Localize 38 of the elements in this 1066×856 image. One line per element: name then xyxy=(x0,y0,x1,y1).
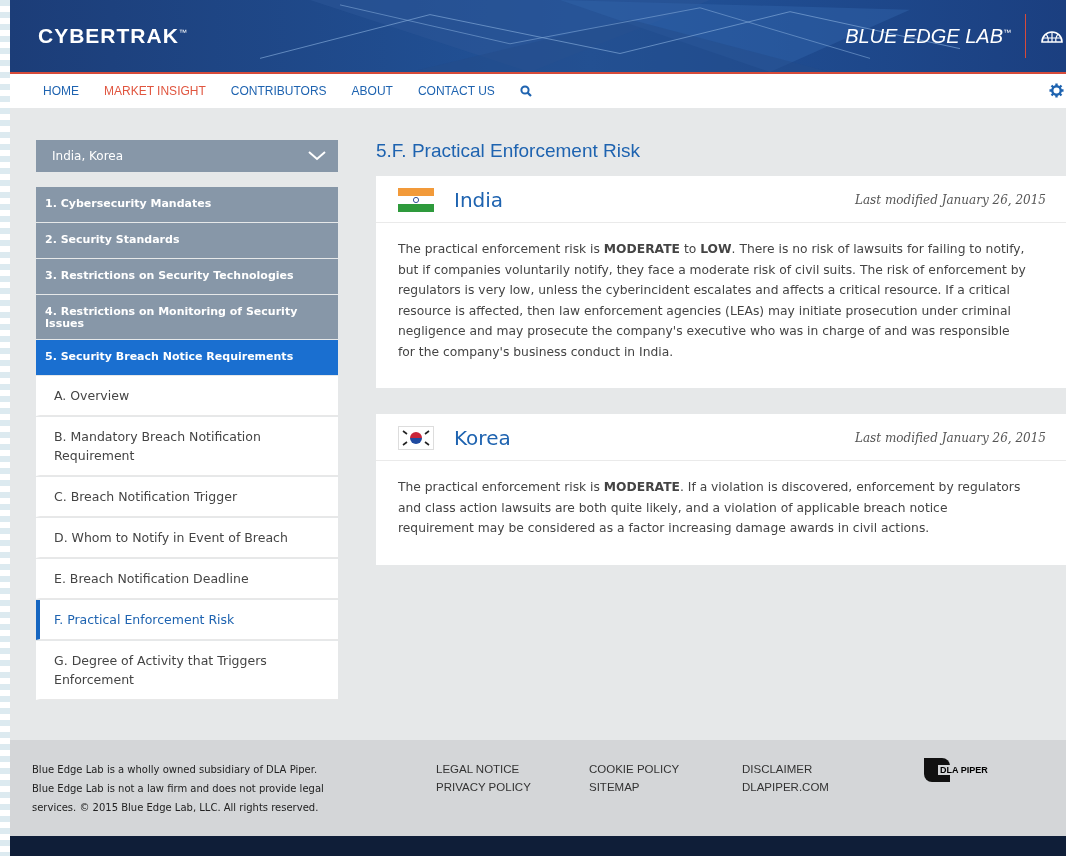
footer-link[interactable]: PRIVACY POLICY xyxy=(436,778,589,796)
chevron-down-icon xyxy=(308,151,326,161)
last-modified-date: Last modified January 26, 2015 xyxy=(855,431,1046,445)
footer-text: services. © 2015 Blue Edge Lab, LLC. All rights reserved. xyxy=(32,801,320,815)
sidebar-item[interactable]: D. Whom to Notify in Event of Breach xyxy=(36,518,338,558)
flag-icon xyxy=(398,188,434,212)
settings-icon[interactable] xyxy=(1049,83,1064,98)
flag-icon xyxy=(398,426,434,450)
nav-link[interactable]: ABOUT xyxy=(351,84,393,98)
risk-paragraph: The practical enforcement risk is MODERATE to LOW. There is no risk of lawsuits for failing to notify, but if companies voluntarily notify, they face a moderate risk of civil suits. The risk of enforcement by regulators is very low, unless the cyberincident escalates and affects a critical resource. If a critical resource is affected, then law enforcement agencies (LEAs) may initiate prosecution under criminal negligence and may prosecute the company's executive who was in charge of and was responsible for the company's business conduct in India. xyxy=(397,241,1027,361)
lab-logo[interactable]: BLUE EDGE LAB$^{™}$ xyxy=(845,24,1011,48)
sidebar-item[interactable]: E. Breach Notification Deadline xyxy=(36,559,338,599)
last-modified-date: Last modified January 26, 2015 xyxy=(855,193,1046,207)
brand-logo[interactable]: CYBERTRAK$^{™}$ xyxy=(38,24,188,48)
footer-text: Blue Edge Lab is a wholly owned subsidiary of DLA Piper. xyxy=(32,763,319,777)
sidebar-item[interactable]: B. Mandatory Breach Notification Requirement xyxy=(36,417,338,476)
globe-icon xyxy=(1040,29,1064,43)
nav-link[interactable]: HOME xyxy=(43,84,79,98)
sidebar-section[interactable]: 5. Security Breach Notice Requirements xyxy=(36,340,338,375)
country-name: Korea xyxy=(454,426,512,450)
footer-text: Blue Edge Lab is not a law firm and does not provide legal xyxy=(32,782,325,796)
sidebar-item[interactable]: G. Degree of Activity that Triggers Enforcement xyxy=(36,641,338,700)
footer-link[interactable]: DISCLAIMER xyxy=(742,760,922,778)
nav-link[interactable]: MARKET INSIGHT xyxy=(104,84,206,98)
dla-piper-logo[interactable]: DLA PIPER xyxy=(922,756,990,784)
country-name: India xyxy=(454,188,505,212)
footer-link[interactable]: COOKIE POLICY xyxy=(589,760,742,778)
search-icon[interactable] xyxy=(519,85,532,97)
sidebar-item[interactable]: F. Practical Enforcement Risk xyxy=(36,600,338,640)
footer-link[interactable]: LEGAL NOTICE xyxy=(436,760,589,778)
sidebar-item[interactable]: A. Overview xyxy=(36,376,338,416)
risk-paragraph: The practical enforcement risk is MODERATE. If a violation is discovered, enforcement by regulators and class action lawsuits are both quite likely, and a violation of applicable breach notice requirement may be considered as a factor increasing damage awards in civil actions. xyxy=(397,479,1022,537)
sidebar-item[interactable]: C. Breach Notification Trigger xyxy=(36,477,338,517)
footer-link[interactable]: SITEMAP xyxy=(589,778,742,796)
nav-link[interactable]: CONTRIBUTORS xyxy=(230,84,327,98)
footer-link[interactable]: DLAPIPER.COM xyxy=(742,778,922,796)
nav-link[interactable]: CONTACT US xyxy=(417,84,495,98)
page-title: 5.F. Practical Enforcement Risk xyxy=(376,140,641,163)
